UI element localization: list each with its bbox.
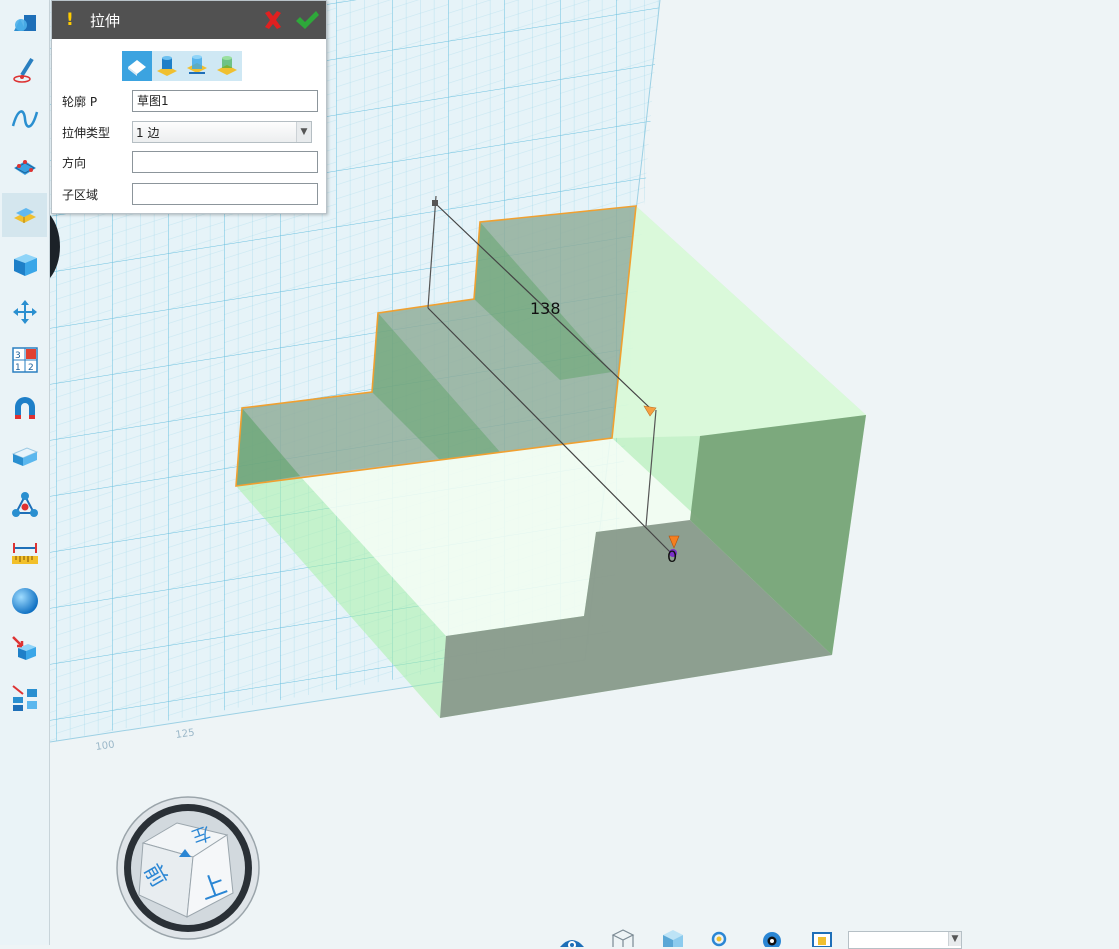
profile-input[interactable]: 草图1 xyxy=(132,90,318,112)
extrude-type-value: 1 边 xyxy=(136,126,160,140)
basic-shapes-icon[interactable] xyxy=(2,0,47,44)
sketch-pen-icon[interactable] xyxy=(2,48,47,92)
subregion-row: 子区域 xyxy=(62,183,318,205)
mode-subtract-button[interactable] xyxy=(182,51,212,81)
measure-ruler-icon[interactable] xyxy=(2,531,47,575)
profile-label: 轮廓 P xyxy=(62,94,98,109)
warning-icon: ! xyxy=(66,10,74,30)
shaded-cube-icon[interactable] xyxy=(659,927,687,947)
chevron-down-icon: ▼ xyxy=(948,932,961,946)
ruler-label-100: 100 xyxy=(95,739,115,753)
solid-box-icon[interactable] xyxy=(2,242,47,286)
curve-icon[interactable] xyxy=(2,97,47,141)
extrude-type-select[interactable]: 1 边 ▼ xyxy=(132,121,312,143)
svg-text:1: 1 xyxy=(15,363,21,373)
direction-label: 方向 xyxy=(62,155,87,170)
chevron-down-icon: ▼ xyxy=(296,122,311,142)
extrude-panel: ! 拉伸 轮廓 P 草图1 拉伸类型 1 边 ▼ 方向 子区域 xyxy=(51,0,327,214)
block-icon[interactable] xyxy=(2,434,47,478)
ruler-label-125: 125 xyxy=(175,727,195,741)
dimension-label[interactable]: 138 xyxy=(530,299,561,318)
left-toolbar: 3 12 xyxy=(0,0,50,945)
add-solid-icon xyxy=(157,56,177,76)
view-frame-icon[interactable] xyxy=(809,927,837,947)
extrude-mode-group xyxy=(122,51,242,81)
svg-text:2: 2 xyxy=(28,363,34,373)
feature-edit-icon[interactable] xyxy=(2,145,47,189)
layout-tools-icon[interactable] xyxy=(2,676,47,720)
array-grid-icon[interactable]: 3 12 xyxy=(2,338,47,382)
confirm-button[interactable] xyxy=(294,9,320,31)
mode-intersect-button[interactable] xyxy=(212,51,242,81)
subregion-input[interactable] xyxy=(132,183,318,205)
profile-row: 轮廓 P 草图1 xyxy=(62,90,318,112)
intersect-solid-icon xyxy=(217,56,237,75)
move-arrows-icon[interactable] xyxy=(2,290,47,334)
combine-nodes-icon[interactable] xyxy=(2,483,47,527)
subregion-label: 子区域 xyxy=(62,187,99,202)
cancel-button[interactable] xyxy=(262,9,284,31)
render-settings-icon[interactable] xyxy=(758,927,786,947)
insert-part-icon[interactable] xyxy=(2,627,47,671)
bottom-toolbar: ▼ xyxy=(555,925,975,949)
wireframe-cube-icon[interactable] xyxy=(609,927,637,947)
view-cube[interactable]: 上 前 左 xyxy=(115,795,261,941)
extrude-feature-icon[interactable] xyxy=(2,193,47,237)
zoom-search-icon[interactable] xyxy=(706,927,734,947)
panel-title: 拉伸 xyxy=(90,11,121,30)
subtract-solid-icon xyxy=(187,55,207,74)
direction-row: 方向 xyxy=(62,151,318,173)
mode-add-solid-button[interactable] xyxy=(152,51,182,81)
bottom-dropdown[interactable]: ▼ xyxy=(848,931,962,949)
surface-mode-icon xyxy=(128,60,146,76)
svg-text:3: 3 xyxy=(15,351,21,361)
extrude-type-row: 拉伸类型 1 边 ▼ xyxy=(62,121,312,143)
mode-surface-button[interactable] xyxy=(122,51,152,81)
panel-header: ! 拉伸 xyxy=(52,1,326,39)
direction-input[interactable] xyxy=(132,151,318,173)
sphere-material-icon[interactable] xyxy=(2,579,47,623)
extrude-type-label: 拉伸类型 xyxy=(62,125,111,140)
handle-value-label[interactable]: 0 xyxy=(667,547,677,566)
magnet-icon[interactable] xyxy=(2,386,47,430)
eye-icon[interactable] xyxy=(558,927,586,947)
